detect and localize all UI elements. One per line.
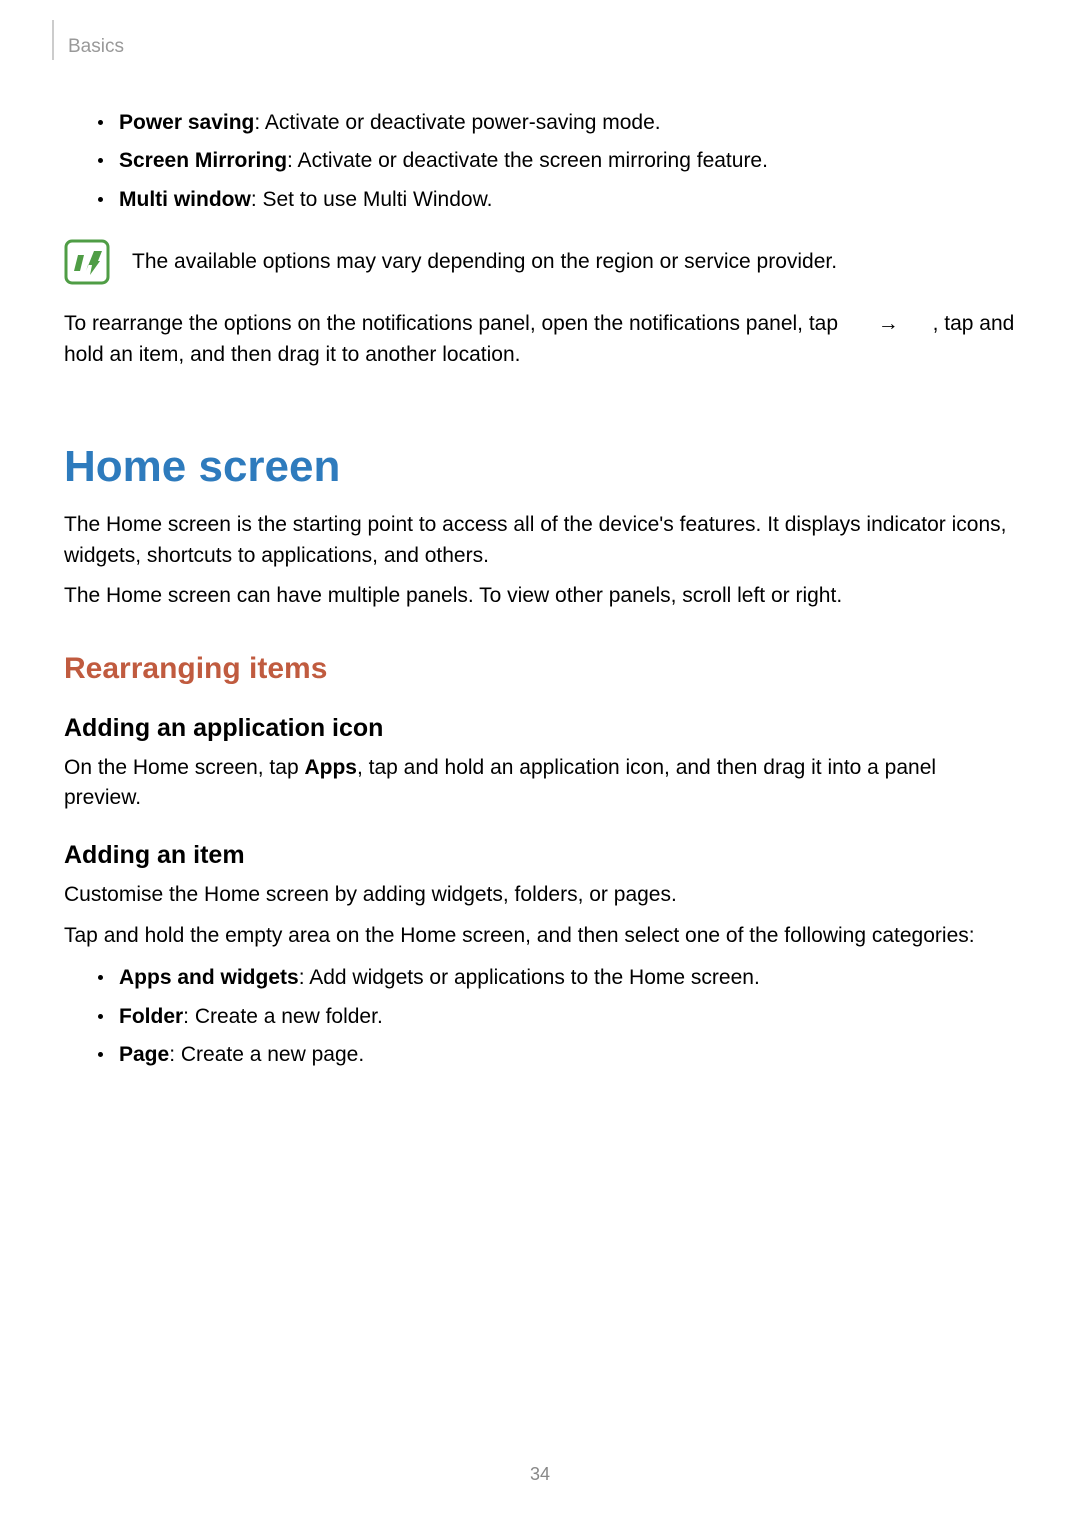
header-divider <box>52 20 54 60</box>
home-screen-title: Home screen <box>64 442 1016 492</box>
rearranging-items-title: Rearranging items <box>64 652 1016 686</box>
page-content: Power saving: Activate or deactivate pow… <box>64 108 1016 1079</box>
note-icon <box>64 239 110 285</box>
list-item: Power saving: Activate or deactivate pow… <box>98 108 1016 138</box>
list-item-text: Page: Create a new page. <box>119 1040 364 1070</box>
rearrange-instructions: To rearrange the options on the notifica… <box>64 309 1016 370</box>
page-number: 34 <box>0 1464 1080 1485</box>
list-item-text: Multi window: Set to use Multi Window. <box>119 185 492 215</box>
list-item-text: Power saving: Activate or deactivate pow… <box>119 108 661 138</box>
list-item: Folder: Create a new folder. <box>98 1002 1016 1032</box>
adding-app-icon-title: Adding an application icon <box>64 714 1016 743</box>
top-options-list: Power saving: Activate or deactivate pow… <box>98 108 1016 215</box>
header-section-label: Basics <box>68 36 124 58</box>
bullet-dot-icon <box>98 120 103 125</box>
bullet-dot-icon <box>98 158 103 163</box>
adding-item-bullets: Apps and widgets: Add widgets or applica… <box>98 963 1016 1070</box>
home-screen-p1: The Home screen is the starting point to… <box>64 510 1016 571</box>
adding-item-p2: Tap and hold the empty area on the Home … <box>64 921 1016 951</box>
adding-app-icon-text: On the Home screen, tap Apps, tap and ho… <box>64 753 1016 814</box>
bullet-dot-icon <box>98 975 103 980</box>
list-item-text: Apps and widgets: Add widgets or applica… <box>119 963 760 993</box>
list-item-text: Screen Mirroring: Activate or deactivate… <box>119 146 768 176</box>
bullet-dot-icon <box>98 197 103 202</box>
arrow-icon: → <box>878 309 899 339</box>
adding-item-p1: Customise the Home screen by adding widg… <box>64 880 1016 910</box>
bullet-dot-icon <box>98 1014 103 1019</box>
home-screen-p2: The Home screen can have multiple panels… <box>64 581 1016 611</box>
note-callout: The available options may vary depending… <box>64 239 1016 285</box>
list-item-text: Folder: Create a new folder. <box>119 1002 383 1032</box>
list-item: Page: Create a new page. <box>98 1040 1016 1070</box>
list-item: Screen Mirroring: Activate or deactivate… <box>98 146 1016 176</box>
bullet-dot-icon <box>98 1052 103 1057</box>
note-text: The available options may vary depending… <box>132 247 837 277</box>
adding-item-title: Adding an item <box>64 841 1016 870</box>
list-item: Apps and widgets: Add widgets or applica… <box>98 963 1016 993</box>
list-item: Multi window: Set to use Multi Window. <box>98 185 1016 215</box>
